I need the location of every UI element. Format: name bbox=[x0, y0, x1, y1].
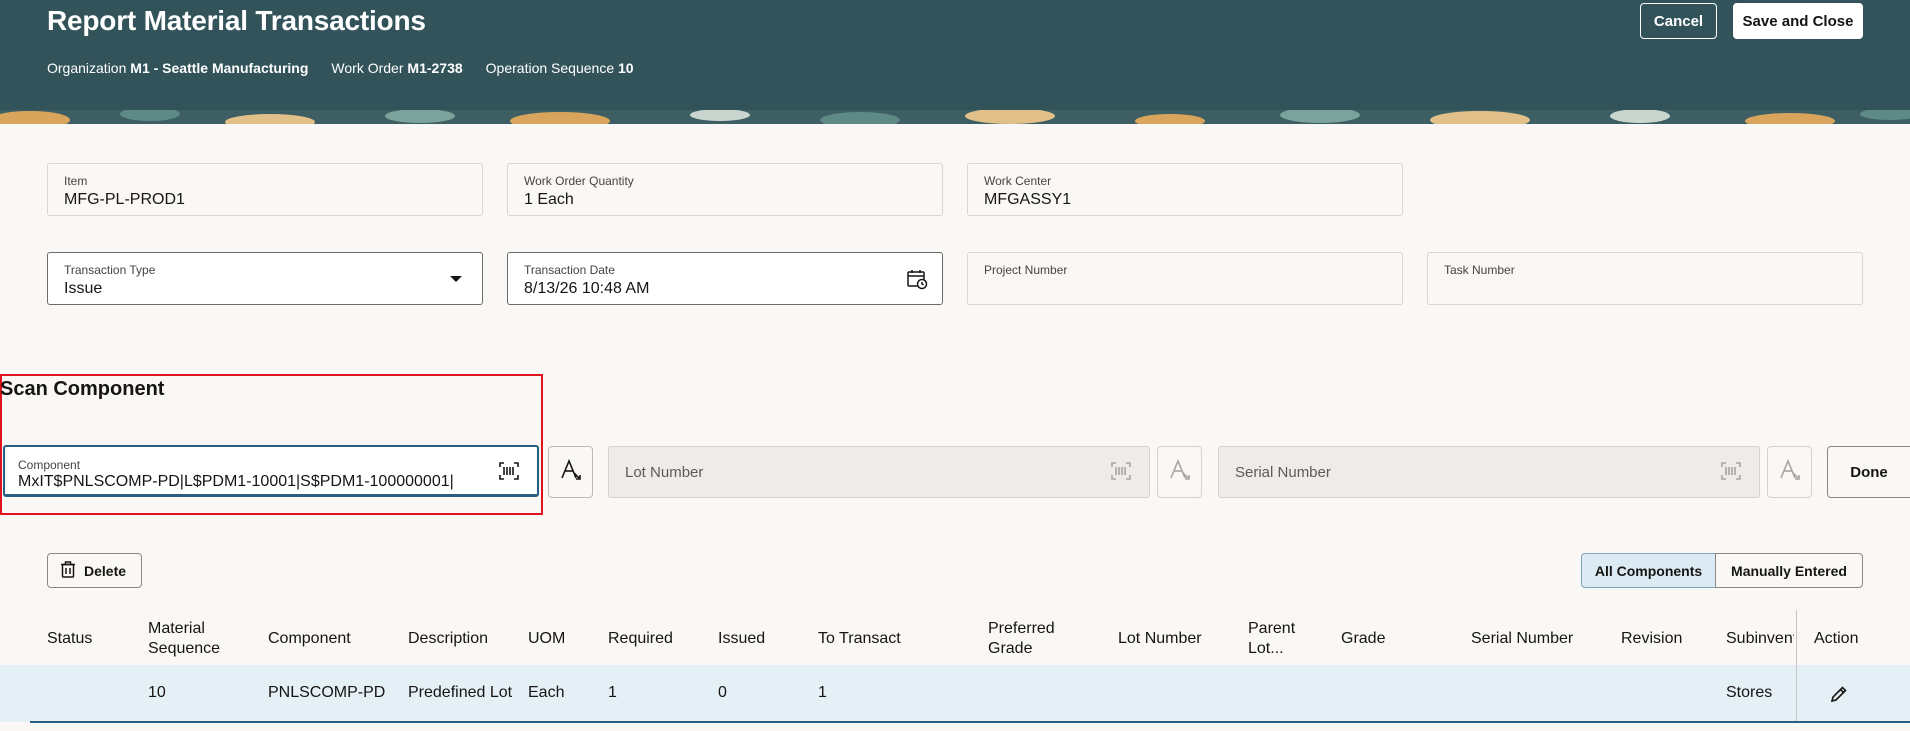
cell-required: 1 bbox=[608, 684, 617, 701]
transaction-type-select[interactable]: Transaction Type Issue bbox=[47, 252, 483, 305]
barcode-scan-icon bbox=[1721, 462, 1741, 485]
column-header-parent-lot[interactable]: Parent Lot... bbox=[1248, 619, 1308, 659]
context-operation-sequence: Operation Sequence 10 bbox=[485, 60, 634, 76]
cell-description: Predefined Lot bbox=[408, 684, 512, 701]
column-header-serial-number[interactable]: Serial Number bbox=[1471, 629, 1573, 649]
serial-number-placeholder: Serial Number bbox=[1235, 464, 1331, 481]
column-header-description[interactable]: Description bbox=[408, 629, 488, 649]
column-header-uom[interactable]: UOM bbox=[528, 629, 565, 649]
column-header-component[interactable]: Component bbox=[268, 629, 351, 649]
work-order-quantity-label: Work Order Quantity bbox=[524, 174, 634, 188]
work-center-value: MFGASSY1 bbox=[984, 191, 1072, 208]
project-number-field[interactable]: Project Number bbox=[967, 252, 1403, 305]
item-value: MFG-PL-PROD1 bbox=[64, 191, 185, 208]
calendar-clock-icon[interactable] bbox=[906, 268, 928, 295]
delete-button[interactable]: Delete bbox=[47, 553, 142, 588]
page-header: Report Material Transactions Organizatio… bbox=[0, 0, 1910, 110]
project-number-label: Project Number bbox=[984, 263, 1068, 277]
manual-entry-icon bbox=[1778, 458, 1802, 487]
cancel-button[interactable]: Cancel bbox=[1640, 3, 1717, 39]
all-components-toggle[interactable]: All Components bbox=[1581, 553, 1716, 588]
transaction-date-field[interactable]: Transaction Date 8/13/26 10:48 AM bbox=[507, 252, 943, 305]
done-button[interactable]: Done bbox=[1827, 446, 1910, 498]
column-header-revision[interactable]: Revision bbox=[1621, 629, 1682, 649]
save-and-close-button[interactable]: Save and Close bbox=[1733, 3, 1863, 39]
component-input[interactable]: Component MxIT$PNLSCOMP-PD|L$PDM1-10001|… bbox=[3, 445, 539, 497]
scan-component-title: Scan Component bbox=[0, 378, 165, 400]
work-order-quantity-value: 1 Each bbox=[524, 191, 574, 208]
task-number-field[interactable]: Task Number bbox=[1427, 252, 1863, 305]
serial-number-input[interactable]: Serial Number bbox=[1218, 446, 1760, 498]
transaction-type-value: Issue bbox=[64, 280, 103, 297]
work-center-label: Work Center bbox=[984, 174, 1052, 188]
work-order-quantity-field: Work Order Quantity 1 Each bbox=[507, 163, 943, 216]
column-divider bbox=[1796, 610, 1797, 721]
column-header-material-sequence[interactable]: Material Sequence bbox=[148, 619, 238, 659]
lot-number-placeholder: Lot Number bbox=[625, 464, 704, 481]
column-header-issued[interactable]: Issued bbox=[718, 629, 765, 649]
column-header-status[interactable]: Status bbox=[47, 629, 92, 649]
trash-icon bbox=[60, 560, 76, 581]
transaction-date-value: 8/13/26 10:48 AM bbox=[524, 280, 650, 297]
cell-to-transact: 1 bbox=[818, 684, 827, 701]
task-number-label: Task Number bbox=[1444, 263, 1515, 277]
manually-entered-toggle[interactable]: Manually Entered bbox=[1715, 553, 1863, 588]
manual-entry-icon bbox=[1168, 458, 1192, 487]
lot-manual-entry-button[interactable] bbox=[1157, 446, 1202, 498]
column-header-required[interactable]: Required bbox=[608, 629, 673, 649]
column-header-preferred-grade[interactable]: Preferred Grade bbox=[988, 619, 1068, 659]
item-label: Item bbox=[64, 174, 88, 188]
barcode-scan-icon bbox=[1111, 462, 1131, 485]
column-header-to-transact[interactable]: To Transact bbox=[818, 629, 901, 649]
item-field: Item MFG-PL-PROD1 bbox=[47, 163, 483, 216]
cell-component: PNLSCOMP-PD bbox=[268, 684, 386, 701]
serial-manual-entry-button[interactable] bbox=[1767, 446, 1812, 498]
manual-entry-button[interactable] bbox=[548, 446, 593, 498]
transaction-type-label: Transaction Type bbox=[64, 263, 156, 277]
column-header-grade[interactable]: Grade bbox=[1341, 629, 1385, 649]
caret-down-icon[interactable] bbox=[450, 276, 462, 282]
column-header-subinventory[interactable]: Subinventory bbox=[1726, 629, 1794, 649]
context-work-order: Work Order M1-2738 bbox=[331, 60, 463, 76]
edit-pencil-icon[interactable] bbox=[1830, 685, 1848, 708]
page-title: Report Material Transactions bbox=[47, 5, 426, 36]
component-label: Component bbox=[18, 458, 81, 472]
delete-label: Delete bbox=[84, 562, 127, 579]
transaction-date-label: Transaction Date bbox=[524, 263, 615, 277]
context-info: Organization M1 - Seattle Manufacturing … bbox=[47, 60, 634, 76]
barcode-scan-icon[interactable] bbox=[499, 462, 519, 485]
lot-number-input[interactable]: Lot Number bbox=[608, 446, 1150, 498]
decorative-banner bbox=[0, 110, 1910, 124]
cell-issued: 0 bbox=[718, 684, 727, 701]
column-header-lot-number[interactable]: Lot Number bbox=[1118, 629, 1202, 649]
work-center-field: Work Center MFGASSY1 bbox=[967, 163, 1403, 216]
manual-entry-icon bbox=[559, 458, 583, 487]
column-header-action: Action bbox=[1814, 630, 1859, 647]
context-organization: Organization M1 - Seattle Manufacturing bbox=[47, 60, 309, 76]
cell-material-sequence: 10 bbox=[148, 684, 166, 701]
row-selection-border bbox=[30, 721, 1910, 723]
component-value[interactable]: MxIT$PNLSCOMP-PD|L$PDM1-10001|S$PDM1-100… bbox=[18, 473, 454, 491]
cell-subinventory: Stores bbox=[1726, 684, 1773, 701]
cell-uom: Each bbox=[528, 684, 565, 701]
